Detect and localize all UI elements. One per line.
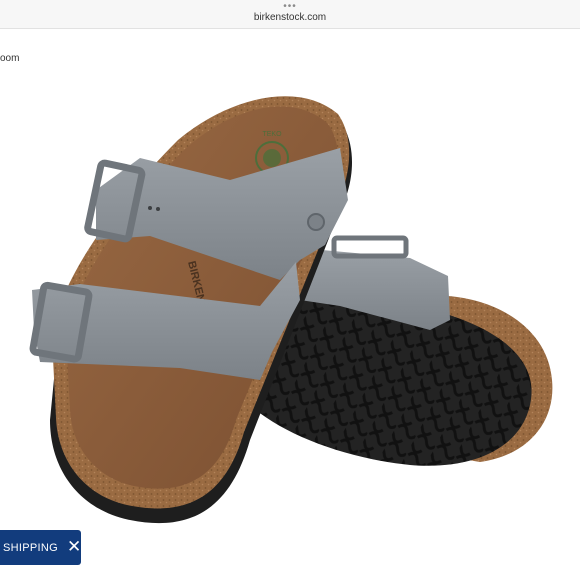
upper-rivet: [307, 213, 325, 231]
browser-menu-dots[interactable]: •••: [0, 2, 580, 12]
close-icon[interactable]: ✕: [67, 539, 82, 556]
shipping-banner[interactable]: SHIPPING ✕: [0, 530, 81, 565]
shipping-label: SHIPPING: [3, 541, 58, 554]
heel-logo-text: TEKO: [262, 131, 282, 138]
browser-toolbar: ••• birkenstock.com: [0, 0, 580, 29]
address-bar[interactable]: birkenstock.com: [0, 12, 580, 23]
product-image[interactable]: TEKO BIRKENSTOCK: [0, 30, 580, 580]
